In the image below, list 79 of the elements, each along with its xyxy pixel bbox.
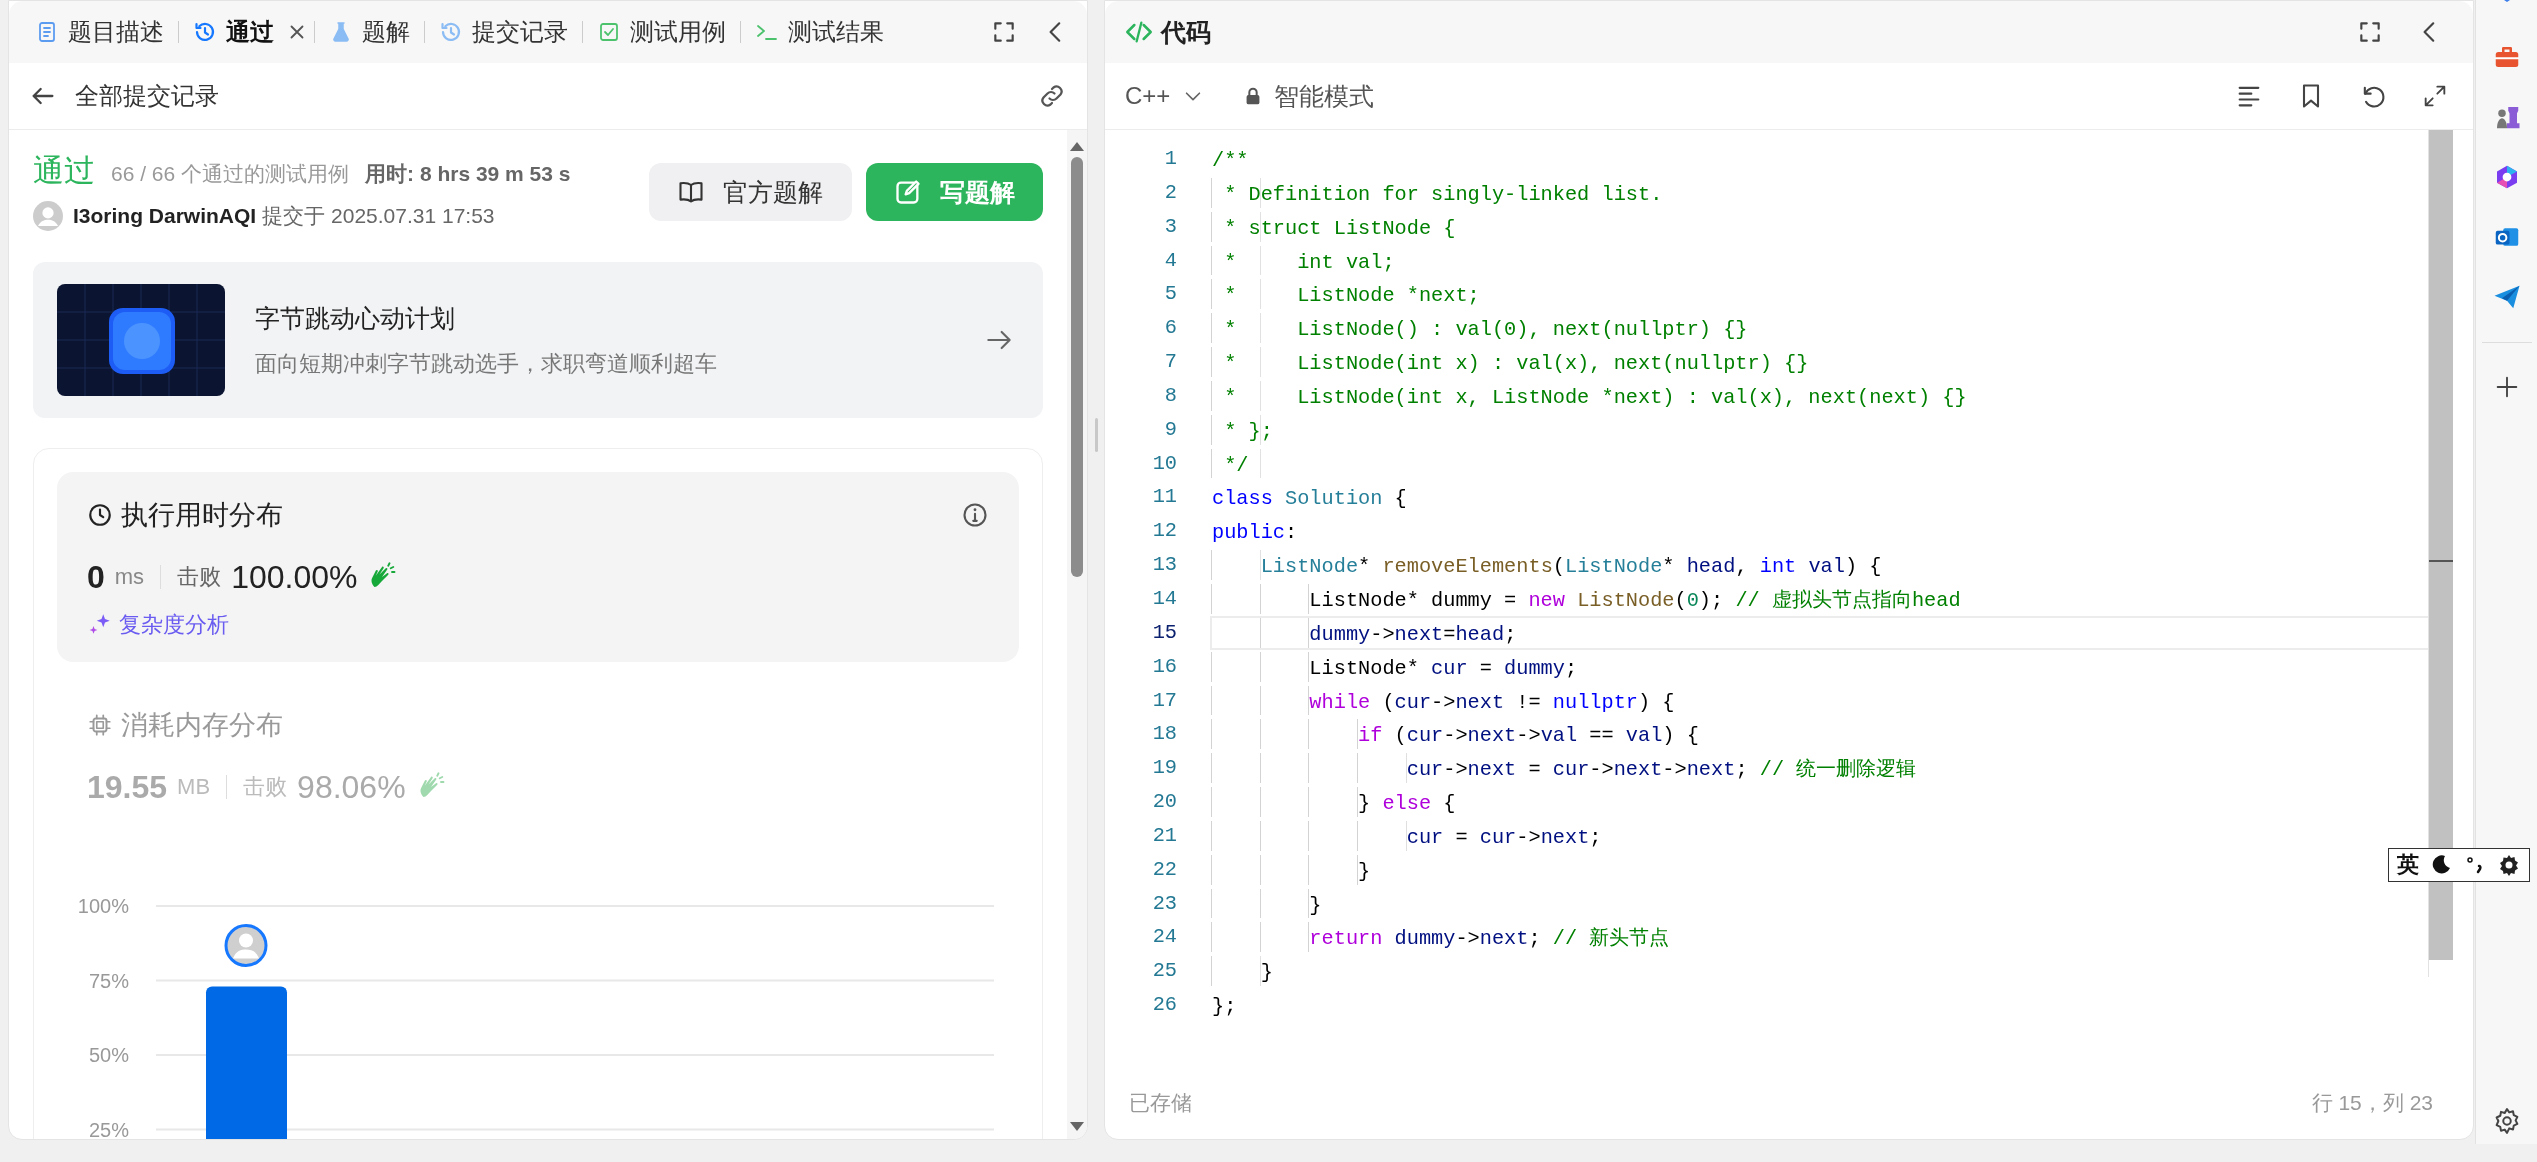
back-link[interactable]: 全部提交记录	[75, 80, 219, 112]
complexity-link[interactable]: 复杂度分析	[119, 610, 229, 640]
chip-icon	[87, 712, 113, 738]
info-icon[interactable]	[961, 501, 989, 529]
axis-label: 75%	[88, 969, 129, 992]
line-number: 17	[1151, 687, 1177, 714]
tab[interactable]: 通过	[185, 10, 282, 54]
solution-button[interactable]: 官方题解	[649, 163, 852, 221]
stat-value: 0	[87, 558, 105, 596]
settings-icon[interactable]	[2497, 853, 2521, 877]
section-title: 执行用时分布	[121, 499, 283, 532]
history-icon	[193, 20, 217, 44]
line-number: 13	[1151, 552, 1177, 579]
author-name[interactable]: I3oring DarwinAQI	[73, 204, 257, 228]
user-avatar-icon	[224, 923, 268, 967]
stat-panel[interactable]: 执行用时分布 0 ms 击败 100.00% 复杂度分析	[57, 472, 1019, 662]
stat-unit: MB	[177, 774, 211, 800]
tab[interactable]: 提交记录	[431, 10, 576, 54]
line-number: 23	[1151, 890, 1177, 917]
beats-percent: 98.06%	[297, 768, 406, 806]
line-number: 26	[1151, 992, 1177, 1019]
line-number: 2	[1163, 179, 1177, 206]
stat-value: 19.55	[87, 768, 168, 806]
history-icon	[439, 20, 463, 44]
line-number: 20	[1151, 789, 1177, 816]
tab[interactable]: 测试用例	[589, 10, 734, 54]
line-number: 14	[1151, 585, 1177, 612]
promo-title: 字节跳动心动计划	[255, 302, 456, 334]
panel-title: 代码	[1161, 16, 1211, 48]
line-number: 8	[1163, 382, 1177, 409]
user-avatar-icon	[33, 201, 63, 231]
test-case-count: 66 / 66 个通过的测试用例	[111, 161, 350, 187]
line-number: 24	[1151, 924, 1177, 951]
input-mode-toggle[interactable]: 英	[2397, 850, 2419, 880]
runtime-label: 用时: 8 hrs 39 m 53 s	[365, 161, 571, 187]
mode-label[interactable]: 智能模式	[1274, 79, 1375, 113]
beats-label: 击败	[243, 773, 288, 801]
stat-unit: ms	[114, 564, 145, 590]
tab[interactable]: 测试结果	[747, 10, 892, 54]
edit-icon	[894, 178, 922, 206]
line-number: 3	[1163, 213, 1177, 240]
line-number: 18	[1151, 721, 1177, 748]
line-number: 12	[1151, 518, 1177, 545]
status-label: 通过	[33, 152, 95, 190]
section-title: 消耗内存分布	[121, 709, 283, 742]
line-number: 4	[1163, 247, 1177, 274]
cursor-position: 行 15，列 23	[2311, 1090, 2433, 1116]
line-number: 9	[1163, 416, 1177, 443]
line-number: 25	[1151, 958, 1177, 985]
beats-percent: 100.00%	[231, 558, 358, 596]
line-number: 19	[1151, 755, 1177, 782]
line-number: 16	[1151, 653, 1177, 680]
fullscreen-icon[interactable]	[2357, 19, 2383, 45]
axis-label: 50%	[88, 1044, 129, 1066]
line-number: 15	[1151, 619, 1177, 646]
resize-handle[interactable]	[1094, 418, 1098, 452]
scrollbar[interactable]	[1067, 130, 1087, 1139]
line-number: 22	[1151, 856, 1177, 883]
line-number: 7	[1163, 349, 1177, 376]
beats-label: 击败	[177, 563, 222, 591]
clock-icon	[87, 502, 113, 528]
checkbox-icon	[597, 20, 621, 44]
fullscreen-icon[interactable]	[991, 19, 1017, 45]
line-number: 11	[1151, 484, 1177, 511]
line-number: 5	[1163, 281, 1177, 308]
promo-card[interactable]: 字节跳动心动计划 面向短期冲刺字节跳动选手，求职弯道顺利超车	[33, 262, 1043, 418]
save-status: 已存储	[1129, 1090, 1192, 1116]
line-number: 6	[1163, 315, 1177, 342]
language-dropdown[interactable]: C++	[1125, 82, 1205, 110]
tab[interactable]: 题目描述	[27, 10, 172, 54]
submit-time: 提交于 2025.07.31 17:53	[262, 203, 495, 229]
line-number: 10	[1151, 450, 1177, 477]
scrollbar[interactable]	[2428, 130, 2453, 977]
axis-label: 100%	[77, 895, 129, 917]
axis-label: 25%	[88, 1118, 129, 1139]
tab[interactable]: 题解	[321, 10, 418, 54]
line-number: 1	[1163, 146, 1177, 172]
promo-subtitle: 面向短期冲刺字节跳动选手，求职弯道顺利超车	[255, 349, 717, 378]
line-number: 21	[1151, 822, 1177, 849]
